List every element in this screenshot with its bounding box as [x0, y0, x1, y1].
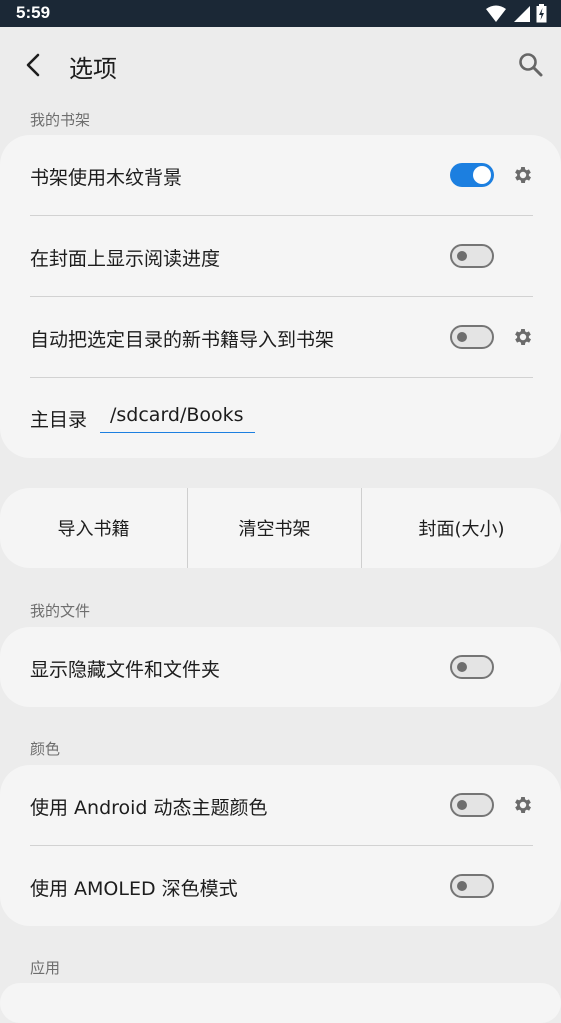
setting-label: 书架使用木纹背景 [30, 167, 183, 189]
import-books-button[interactable]: 导入书籍 [0, 488, 187, 568]
gear-icon[interactable] [512, 326, 534, 348]
battery-icon [536, 4, 547, 23]
status-time: 5:59 [16, 3, 51, 22]
clear-shelf-button[interactable]: 清空书架 [187, 488, 361, 568]
setting-dynamic-theme[interactable]: 使用 Android 动态主题颜色 [30, 765, 533, 845]
wood-background-toggle[interactable] [450, 163, 494, 187]
setting-label: 显示隐藏文件和文件夹 [30, 659, 221, 681]
wifi-icon [486, 5, 506, 22]
search-icon[interactable] [515, 49, 547, 81]
setting-show-hidden[interactable]: 显示隐藏文件和文件夹 [30, 627, 533, 707]
section-header-colors: 颜色 [30, 740, 61, 758]
setting-reading-progress[interactable]: 在封面上显示阅读进度 [30, 216, 533, 296]
setting-wood-background[interactable]: 书架使用木纹背景 [30, 135, 533, 215]
setting-label: 使用 Android 动态主题颜色 [30, 797, 268, 819]
back-arrow-icon[interactable] [18, 49, 50, 81]
main-directory-label: 主目录 [30, 409, 88, 431]
section-header-files: 我的文件 [30, 602, 91, 620]
amoled-toggle[interactable] [450, 874, 494, 898]
page-title: 选项 [69, 55, 117, 83]
app-bar: 选项 [0, 27, 561, 103]
dynamic-theme-toggle[interactable] [450, 793, 494, 817]
colors-card: 使用 Android 动态主题颜色 使用 AMOLED 深色模式 [0, 765, 561, 926]
bookshelf-card: 书架使用木纹背景 在封面上显示阅读进度 自动把选定目录的新书籍导入到书架 主目录… [0, 135, 561, 458]
signal-icon [514, 5, 530, 22]
setting-label: 使用 AMOLED 深色模式 [30, 878, 238, 900]
show-hidden-toggle[interactable] [450, 655, 494, 679]
main-directory-input[interactable]: /sdcard/Books [100, 402, 255, 433]
setting-main-directory: 主目录 /sdcard/Books [30, 378, 533, 458]
setting-label: 在封面上显示阅读进度 [30, 248, 221, 270]
gear-icon[interactable] [512, 164, 534, 186]
setting-label: 自动把选定目录的新书籍导入到书架 [30, 329, 335, 351]
app-card [0, 983, 561, 1023]
gear-icon[interactable] [512, 794, 534, 816]
files-card: 显示隐藏文件和文件夹 [0, 627, 561, 707]
bookshelf-actions-card: 导入书籍 清空书架 封面(大小) [0, 488, 561, 568]
section-header-bookshelf: 我的书架 [30, 111, 91, 129]
system-icons [486, 4, 547, 23]
cover-size-button[interactable]: 封面(大小) [361, 488, 561, 568]
reading-progress-toggle[interactable] [450, 244, 494, 268]
button-group: 导入书籍 清空书架 封面(大小) [0, 488, 561, 568]
setting-auto-import[interactable]: 自动把选定目录的新书籍导入到书架 [30, 297, 533, 377]
section-header-app: 应用 [30, 959, 61, 977]
auto-import-toggle[interactable] [450, 325, 494, 349]
status-bar: 5:59 [0, 0, 561, 27]
setting-amoled[interactable]: 使用 AMOLED 深色模式 [30, 846, 533, 926]
